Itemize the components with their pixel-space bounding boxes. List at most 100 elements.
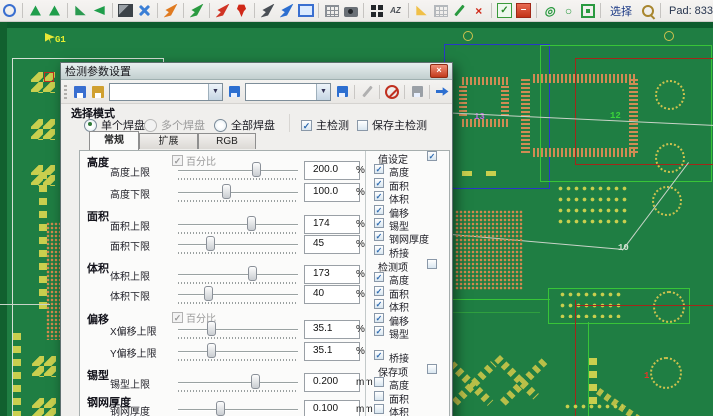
- set-square-yellow-icon[interactable]: [413, 2, 430, 19]
- close-icon[interactable]: ×: [430, 64, 448, 78]
- section-checkbox[interactable]: [427, 364, 437, 374]
- save-template-icon[interactable]: [71, 84, 89, 100]
- location-pin-icon[interactable]: [233, 2, 250, 19]
- tools-icon[interactable]: [136, 2, 153, 19]
- pcb-line-red: [575, 305, 713, 306]
- target-icon[interactable]: ◎: [541, 2, 558, 19]
- pin-dark-icon[interactable]: [259, 2, 276, 19]
- slider-thumb[interactable]: [207, 321, 216, 336]
- check-item-高度[interactable]: ✓高度: [366, 164, 451, 177]
- value-input[interactable]: 173: [304, 265, 360, 284]
- check-item-钢网厚度[interactable]: ✓钢网厚度: [366, 231, 451, 244]
- tab-常规[interactable]: 常规: [89, 131, 139, 150]
- chevron-down-icon[interactable]: ▼: [316, 84, 330, 100]
- arc-icon[interactable]: [1, 2, 18, 19]
- slider-label: 锡型上限: [110, 376, 150, 391]
- pin-orange-icon[interactable]: [162, 2, 179, 19]
- slider-thumb[interactable]: [216, 401, 225, 416]
- check-item-锡型[interactable]: ✓锡型: [366, 218, 451, 231]
- pin-red-icon[interactable]: [214, 2, 231, 19]
- check-item-面积[interactable]: ✓面积: [366, 178, 451, 191]
- check-item-桥接[interactable]: ✓桥接: [366, 350, 451, 363]
- section-checkbox[interactable]: [427, 259, 437, 269]
- slider-thumb[interactable]: [247, 216, 256, 231]
- slider-thumb[interactable]: [206, 236, 215, 251]
- camera-icon[interactable]: [342, 2, 359, 19]
- slider-row-高度下限: 高度下限100.0%: [80, 183, 365, 203]
- edit-chart-icon[interactable]: [451, 2, 468, 19]
- check-item-偏移[interactable]: ✓偏移: [366, 313, 451, 326]
- slider-track[interactable]: [178, 351, 298, 353]
- check-item-面积[interactable]: 面积: [366, 391, 451, 404]
- grid-icon[interactable]: [432, 2, 449, 19]
- value-input[interactable]: 200.0: [304, 161, 360, 180]
- value-input[interactable]: 100.0: [304, 183, 360, 202]
- save-gray-icon[interactable]: [408, 84, 426, 100]
- check-item-体积[interactable]: 体积: [366, 404, 451, 416]
- value-input[interactable]: 35.1: [304, 342, 360, 361]
- set-square-green-icon[interactable]: [72, 2, 89, 19]
- value-input[interactable]: 0.200: [304, 373, 360, 392]
- cancel-icon[interactable]: [383, 84, 401, 100]
- value-input[interactable]: 35.1: [304, 320, 360, 339]
- toolbar-grip[interactable]: [64, 85, 67, 99]
- slider-track[interactable]: [178, 409, 298, 411]
- tab-扩展[interactable]: 扩展: [139, 133, 198, 149]
- prism-b-icon[interactable]: [46, 2, 63, 19]
- slider-track[interactable]: [178, 192, 298, 194]
- dialog-titlebar[interactable]: 检测参数设置 ×: [61, 63, 452, 80]
- slider-row-锡型上限: 锡型上限0.200mm: [80, 373, 365, 393]
- circle-icon[interactable]: ○: [560, 2, 577, 19]
- check-item-锡型[interactable]: ✓锡型: [366, 326, 451, 339]
- check-item-桥接[interactable]: ✓桥接: [366, 245, 451, 258]
- slider-track[interactable]: [178, 224, 298, 226]
- value-input[interactable]: 40: [304, 285, 360, 304]
- grid-frame-icon[interactable]: [323, 2, 340, 19]
- sort-az-icon[interactable]: AZ: [387, 2, 404, 19]
- pin-green-icon[interactable]: [188, 2, 205, 19]
- check-item-偏移[interactable]: ✓偏移: [366, 205, 451, 218]
- value-input[interactable]: 174: [304, 215, 360, 234]
- delete-icon[interactable]: ×: [470, 2, 487, 19]
- slider-track[interactable]: [178, 170, 298, 172]
- remove-icon[interactable]: –: [515, 2, 532, 19]
- slider-thumb[interactable]: [207, 343, 216, 358]
- cone-icon[interactable]: [91, 2, 108, 19]
- exit-icon[interactable]: [433, 84, 451, 100]
- slider-thumb[interactable]: [251, 374, 260, 389]
- image-icon[interactable]: [117, 2, 134, 19]
- prism-a-icon[interactable]: [27, 2, 44, 19]
- save-as-icon[interactable]: [89, 84, 107, 100]
- load-template-icon[interactable]: [225, 84, 243, 100]
- magnifier-icon[interactable]: [639, 2, 656, 19]
- slider-track[interactable]: [178, 329, 298, 331]
- value-input[interactable]: 0.100: [304, 400, 360, 416]
- value-input[interactable]: 45: [304, 235, 360, 254]
- chevron-down-icon[interactable]: ▼: [208, 84, 222, 100]
- check-item-高度[interactable]: 高度: [366, 377, 451, 390]
- tab-RGB[interactable]: RGB: [198, 133, 256, 149]
- apply-icon[interactable]: ✓: [496, 2, 513, 19]
- check-item-体积[interactable]: ✓体积: [366, 299, 451, 312]
- tiles-icon[interactable]: [368, 2, 385, 19]
- check-item-体积[interactable]: ✓体积: [366, 191, 451, 204]
- slider-track[interactable]: [178, 294, 298, 296]
- slider-thumb[interactable]: [204, 286, 213, 301]
- slider-thumb[interactable]: [222, 184, 231, 199]
- frame-icon[interactable]: [579, 2, 596, 19]
- pcb-pad-group: [32, 398, 56, 416]
- template-combobox-2[interactable]: ▼: [245, 83, 331, 101]
- slider-thumb[interactable]: [248, 266, 257, 281]
- template-combobox-1[interactable]: ▼: [109, 83, 223, 101]
- pin-blue-icon[interactable]: [278, 2, 295, 19]
- slider-thumb[interactable]: [252, 162, 261, 177]
- slider-track[interactable]: [178, 274, 298, 276]
- select-mode-label[interactable]: 选择: [610, 3, 632, 19]
- check-item-面积[interactable]: ✓面积: [366, 286, 451, 299]
- slider-track[interactable]: [178, 382, 298, 384]
- check-item-高度[interactable]: ✓高度: [366, 272, 451, 285]
- apply-template-icon[interactable]: [333, 84, 351, 100]
- region-select-icon[interactable]: [297, 2, 314, 19]
- section-checkbox[interactable]: ✓: [427, 151, 437, 161]
- slider-track[interactable]: [178, 244, 298, 246]
